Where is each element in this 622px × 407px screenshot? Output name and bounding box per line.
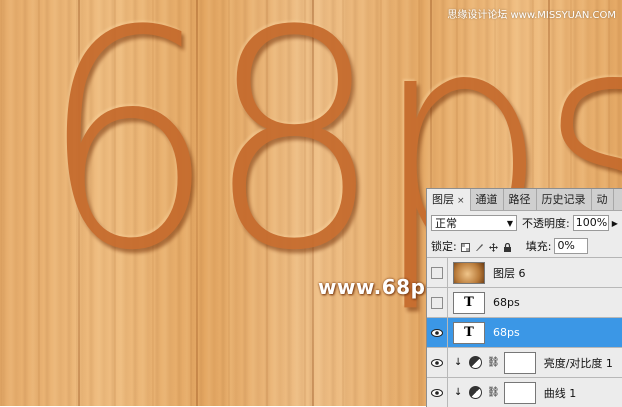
visibility-toggle[interactable] (427, 258, 448, 287)
opacity-label: 不透明度: (522, 217, 570, 230)
layer-name[interactable]: 亮度/对比度 1 (544, 355, 613, 371)
tab-label: 图层 (432, 193, 454, 206)
layer-name[interactable]: 68ps (493, 296, 520, 309)
eye-icon (431, 388, 443, 397)
lock-row: 锁定: 填充: 0% (427, 235, 622, 258)
layer-mask-thumbnail (503, 381, 536, 404)
visibility-toggle[interactable] (427, 378, 448, 407)
visibility-toggle[interactable] (427, 318, 448, 347)
layer-name[interactable]: 68ps (493, 326, 520, 339)
clip-arrow-icon: ↓ (454, 357, 463, 368)
eye-icon (431, 358, 443, 367)
watermark: 思缘设计论坛 www.MISSYUAN.COM (447, 10, 616, 21)
opacity-field[interactable]: 100% (572, 215, 609, 231)
slider-arrow-icon[interactable]: ▶ (612, 219, 618, 228)
text-layer-icon: T (453, 291, 485, 314)
clip-arrow-icon: ↓ (454, 387, 463, 398)
link-icon[interactable]: ⛓ (487, 387, 500, 398)
layer-name[interactable]: 曲线 1 (544, 385, 577, 401)
layer-row[interactable]: T 68ps (427, 288, 622, 318)
layer-row[interactable]: ↓ ⛓ 亮度/对比度 1 (427, 348, 622, 378)
move-icon[interactable] (488, 242, 498, 252)
eye-icon (431, 328, 443, 337)
lock-transparent-icon[interactable] (460, 242, 470, 252)
tab-channels[interactable]: 通道 (471, 189, 504, 210)
blend-mode-select[interactable]: 正常 ▼ (431, 215, 517, 231)
fill-label: 填充: (525, 240, 552, 253)
layers-panel: 图层× 通道 路径 历史记录 动 正常 ▼ 不透明度: 100% ▶ 锁定: (426, 188, 622, 407)
hidden-box (431, 296, 443, 309)
link-icon[interactable]: ⛓ (487, 357, 500, 368)
tab-history[interactable]: 历史记录 (537, 189, 592, 210)
layer-name[interactable]: 图层 6 (493, 265, 526, 281)
tab-actions[interactable]: 动 (592, 189, 614, 210)
lock-label: 锁定: (431, 240, 457, 253)
text-layer-icon: T (453, 321, 485, 344)
visibility-toggle[interactable] (427, 348, 448, 377)
adjustment-icon (469, 356, 482, 369)
tab-layers[interactable]: 图层 × (427, 189, 471, 211)
blend-row: 正常 ▼ 不透明度: 100% ▶ (427, 211, 622, 235)
hidden-box (431, 266, 443, 279)
tab-paths[interactable]: 路径 (504, 189, 537, 210)
layer-mask-thumbnail (503, 351, 536, 374)
layer-thumbnail (453, 261, 485, 284)
layer-row-selected[interactable]: T 68ps (427, 318, 622, 348)
close-icon[interactable]: × (457, 196, 465, 206)
layer-row[interactable]: ↓ ⛓ 曲线 1 (427, 378, 622, 407)
visibility-toggle[interactable] (427, 288, 448, 317)
layer-row[interactable]: 图层 6 (427, 258, 622, 288)
adjustment-icon (469, 386, 482, 399)
lock-icon[interactable] (503, 242, 512, 252)
brush-icon[interactable] (475, 242, 484, 251)
fill-field[interactable]: 0% (554, 238, 589, 254)
panel-tabs: 图层 × 通道 路径 历史记录 动 (427, 189, 622, 211)
blend-mode-value: 正常 (435, 217, 457, 230)
chevron-down-icon: ▼ (506, 218, 513, 228)
